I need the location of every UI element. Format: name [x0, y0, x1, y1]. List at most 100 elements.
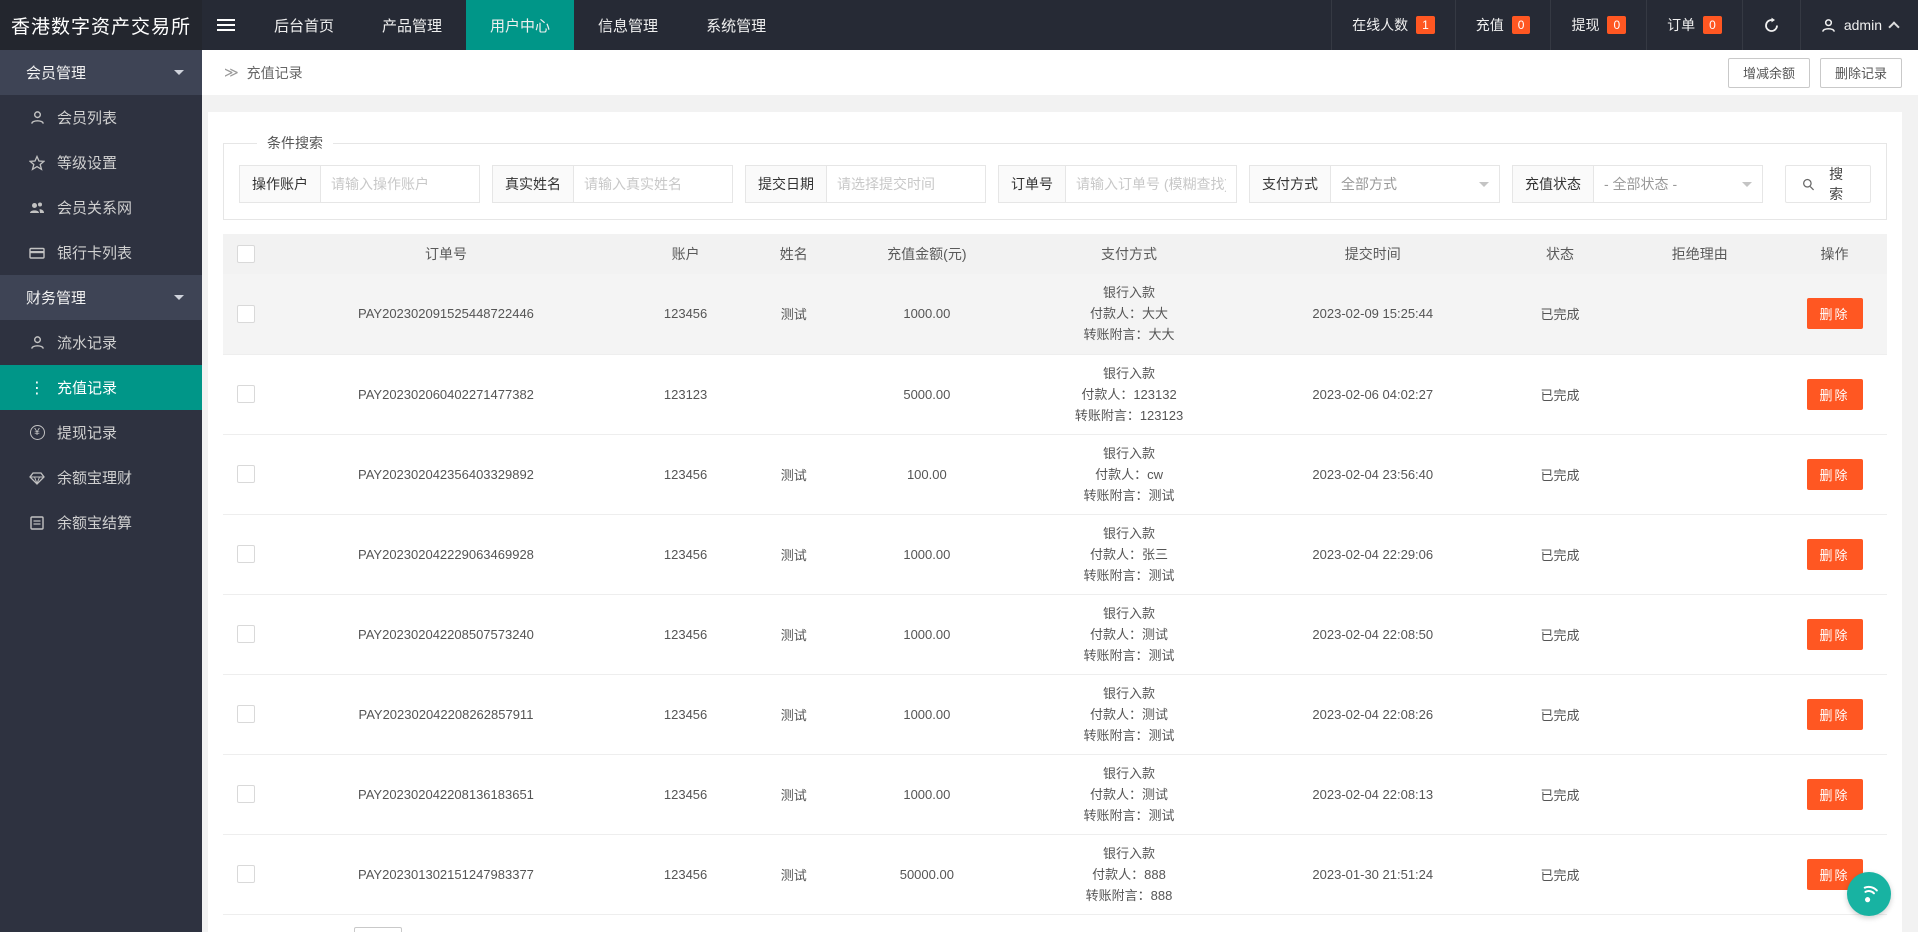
filter-recharge-status: 充值状态 - 全部状态 - [1512, 165, 1763, 203]
user-icon [28, 335, 46, 350]
submit-date-input[interactable] [827, 166, 985, 202]
search-button[interactable]: 搜索 [1785, 165, 1871, 203]
nav-item-dashboard[interactable]: 后台首页 [250, 0, 358, 50]
nav-item-information[interactable]: 信息管理 [574, 0, 682, 50]
chevron-down-icon [174, 295, 184, 305]
search-legend: 条件搜索 [257, 133, 333, 153]
select-all-checkbox[interactable] [237, 245, 255, 263]
sidebar-item-recharge-records[interactable]: ⋮ 充值记录 [0, 365, 202, 410]
status-badge: 已完成 [1503, 674, 1618, 754]
order-no-cell: PAY202302091525448722446 [270, 274, 623, 354]
order-no-cell: PAY202302042208262857911 [270, 674, 623, 754]
delete-button[interactable]: 删除 [1807, 619, 1863, 650]
sidebar-item-bank-cards[interactable]: 银行卡列表 [0, 230, 202, 275]
stat-orders[interactable]: 订单 0 [1646, 0, 1742, 50]
nav-item-user-center[interactable]: 用户中心 [466, 0, 574, 50]
payment-cell: 银行入款 付款人：测试 转账附言：测试 [1015, 754, 1243, 834]
payment-cell: 银行入款 付款人：888 转账附言：888 [1015, 834, 1243, 914]
payment-cell: 银行入款 付款人：123132 转账附言：123123 [1015, 354, 1243, 434]
adjust-balance-button[interactable]: 增减余额 [1728, 58, 1810, 88]
delete-button[interactable]: 删除 [1807, 459, 1863, 490]
order-no-input[interactable] [1066, 166, 1236, 202]
order-no-cell: PAY202302042229063469928 [270, 514, 623, 594]
account-cell: 123456 [622, 434, 748, 514]
delete-records-button[interactable]: 删除记录 [1820, 58, 1902, 88]
sidebar-section-finance[interactable]: 财务管理 [0, 275, 202, 320]
stat-label: 订单 [1667, 15, 1695, 35]
amount-cell: 1000.00 [839, 594, 1015, 674]
status-badge: 已完成 [1503, 354, 1618, 434]
table-row: PAY202302042208262857911 123456 测试 1000.… [223, 674, 1887, 754]
sidebar-item-flow-records[interactable]: 流水记录 [0, 320, 202, 365]
records-table: 订单号 账户 姓名 充值金额(元) 支付方式 提交时间 状态 拒绝理由 操作 P… [223, 234, 1887, 915]
filter-order-no: 订单号 [998, 165, 1237, 203]
reject-reason-cell [1617, 354, 1782, 434]
status-badge: 已完成 [1503, 594, 1618, 674]
nav-item-products[interactable]: 产品管理 [358, 0, 466, 50]
stat-online-users[interactable]: 在线人数 1 [1331, 0, 1455, 50]
delete-button[interactable]: 删除 [1807, 539, 1863, 570]
payment-method-select[interactable]: 全部方式 [1331, 166, 1499, 202]
account-cell: 123456 [622, 274, 748, 354]
row-checkbox[interactable] [237, 865, 255, 883]
delete-button[interactable]: 删除 [1807, 379, 1863, 410]
sidebar-section-members[interactable]: 会员管理 [0, 50, 202, 95]
delete-button[interactable]: 删除 [1807, 699, 1863, 730]
table-row: PAY202302042356403329892 123456 测试 100.0… [223, 434, 1887, 514]
bank-card-icon [28, 245, 46, 261]
sidebar-item-yuebao-finance[interactable]: 余额宝理财 [0, 455, 202, 500]
gem-icon [28, 470, 46, 486]
sidebar-item-withdraw-records[interactable]: ¥ 提现记录 [0, 410, 202, 455]
row-checkbox[interactable] [237, 625, 255, 643]
account-cell: 123123 [622, 354, 748, 434]
amount-cell: 50000.00 [839, 834, 1015, 914]
user-menu[interactable]: admin [1800, 0, 1918, 50]
reject-reason-cell [1617, 514, 1782, 594]
order-no-cell: PAY202302060402271477382 [270, 354, 623, 434]
menu-toggle-icon[interactable] [202, 0, 250, 50]
stat-recharge[interactable]: 充值 0 [1455, 0, 1551, 50]
payment-cell: 银行入款 付款人：cw 转账附言：测试 [1015, 434, 1243, 514]
yen-circle-icon: ¥ [28, 425, 46, 440]
nav-item-system[interactable]: 系统管理 [682, 0, 790, 50]
name-cell: 测试 [749, 754, 839, 834]
chevron-down-icon [174, 70, 184, 80]
reject-reason-cell [1617, 594, 1782, 674]
row-checkbox[interactable] [237, 465, 255, 483]
filter-submit-date: 提交日期 [745, 165, 986, 203]
delete-button[interactable]: 删除 [1807, 779, 1863, 810]
recharge-status-select[interactable]: - 全部状态 - [1594, 166, 1762, 202]
row-checkbox[interactable] [237, 785, 255, 803]
filter-operator-account: 操作账户 [239, 165, 480, 203]
pagination: 共 8 条记录，每页显示 10 条，共 1 页当前显示第 1 页。 [223, 927, 1887, 932]
row-checkbox[interactable] [237, 385, 255, 403]
operator-account-input[interactable] [321, 166, 479, 202]
ledger-icon [28, 515, 46, 531]
main-area: ≫ 充值记录 增减余额 删除记录 条件搜索 操作账户 真实姓名 [202, 50, 1918, 932]
table-row: PAY202302091525448722446 123456 测试 1000.… [223, 274, 1887, 354]
refresh-icon[interactable] [1742, 0, 1800, 50]
sidebar-item-member-network[interactable]: 会员关系网 [0, 185, 202, 230]
row-checkbox[interactable] [237, 305, 255, 323]
row-checkbox[interactable] [237, 705, 255, 723]
row-checkbox[interactable] [237, 545, 255, 563]
amount-cell: 100.00 [839, 434, 1015, 514]
sidebar-item-level-settings[interactable]: 等级设置 [0, 140, 202, 185]
sidebar-item-member-list[interactable]: 会员列表 [0, 95, 202, 140]
status-badge: 已完成 [1503, 514, 1618, 594]
account-cell: 123456 [622, 674, 748, 754]
table-row: PAY202302042208507573240 123456 测试 1000.… [223, 594, 1887, 674]
submit-time-cell: 2023-01-30 21:51:24 [1243, 834, 1503, 914]
table-row: PAY202301302151247983377 123456 测试 50000… [223, 834, 1887, 914]
stat-withdraw[interactable]: 提现 0 [1550, 0, 1646, 50]
real-name-input[interactable] [574, 166, 732, 202]
users-icon [28, 200, 46, 216]
voice-broadcast-button[interactable] [1847, 872, 1891, 916]
submit-time-cell: 2023-02-04 22:08:13 [1243, 754, 1503, 834]
sidebar: 会员管理 会员列表 等级设置 会员关系网 银行卡列表 财务管理 流水记录 [0, 50, 202, 932]
sidebar-item-yuebao-settlement[interactable]: 余额宝结算 [0, 500, 202, 545]
payment-cell: 银行入款 付款人：测试 转账附言：测试 [1015, 674, 1243, 754]
delete-button[interactable]: 删除 [1807, 298, 1863, 329]
stat-label: 提现 [1571, 15, 1599, 35]
page-size-select[interactable]: 10 [354, 927, 402, 932]
